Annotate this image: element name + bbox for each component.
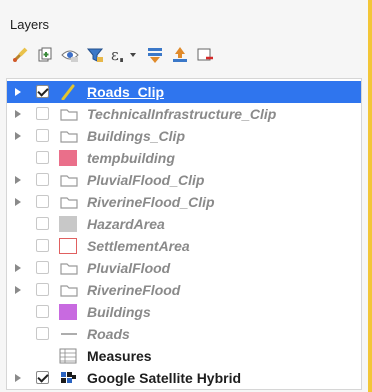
layer-row[interactable]: Google Satellite Hybrid <box>7 367 361 389</box>
style-brush-icon[interactable] <box>10 45 30 65</box>
raster-icon <box>61 372 76 383</box>
expand-arrow-icon[interactable] <box>15 132 21 140</box>
layer-row[interactable]: SettlementArea <box>7 235 361 257</box>
layer-label: RiverineFlood_Clip <box>87 194 215 210</box>
svg-text:∎: ∎ <box>119 55 124 64</box>
layer-row[interactable]: Roads <box>7 323 361 345</box>
group-folder-icon <box>60 263 78 275</box>
layer-visibility-checkbox[interactable] <box>36 173 49 186</box>
line-symbol-icon <box>61 333 77 335</box>
panel-title: Layers <box>10 17 50 32</box>
table-icon <box>59 348 77 364</box>
expression-filter-icon[interactable]: ε ∎ <box>110 45 140 65</box>
group-folder-icon <box>60 285 78 297</box>
layer-row[interactable]: Roads_Clip <box>7 81 361 103</box>
layer-label: HazardArea <box>87 216 165 232</box>
line-symbol-icon <box>61 84 75 100</box>
layers-panel: Layers ε ∎ Roads_Clip TechnicalInfrastruct… <box>0 0 372 392</box>
group-folder-icon <box>60 197 78 209</box>
layer-row[interactable]: Measures <box>7 345 361 367</box>
layer-label: TechnicalInfrastructure_Clip <box>87 106 277 122</box>
layer-visibility-checkbox[interactable] <box>36 305 49 318</box>
layer-label: Buildings <box>87 304 151 320</box>
layer-visibility-checkbox[interactable] <box>36 371 49 384</box>
collapse-all-icon[interactable] <box>170 45 190 65</box>
filter-icon[interactable] <box>85 45 105 65</box>
layer-visibility-checkbox[interactable] <box>36 195 49 208</box>
layer-label: Roads_Clip <box>87 84 165 100</box>
layers-toolbar: ε ∎ <box>10 42 220 68</box>
group-folder-icon <box>60 131 78 143</box>
layer-visibility-checkbox[interactable] <box>36 151 49 164</box>
expand-arrow-icon[interactable] <box>15 264 21 272</box>
expand-arrow-icon[interactable] <box>15 286 21 294</box>
layer-color-swatch <box>59 304 77 320</box>
group-folder-icon <box>60 175 78 187</box>
expand-arrow-icon[interactable] <box>15 198 21 206</box>
layer-visibility-checkbox[interactable] <box>36 261 49 274</box>
layer-label: Google Satellite Hybrid <box>87 370 242 386</box>
expand-arrow-icon[interactable] <box>15 110 21 118</box>
visibility-eye-icon[interactable] <box>60 45 80 65</box>
layer-visibility-checkbox[interactable] <box>36 85 49 98</box>
layer-label: Buildings_Clip <box>87 128 185 144</box>
add-group-icon[interactable] <box>35 45 55 65</box>
checkmark-icon <box>37 371 49 383</box>
remove-layer-icon[interactable] <box>195 45 215 65</box>
expand-arrow-icon[interactable] <box>15 176 21 184</box>
layer-label: RiverineFlood <box>87 282 181 298</box>
layer-visibility-checkbox[interactable] <box>36 107 49 120</box>
layer-row[interactable]: HazardArea <box>7 213 361 235</box>
layer-row[interactable]: PluvialFlood_Clip <box>7 169 361 191</box>
layer-label: tempbuilding <box>87 150 175 166</box>
checkmark-icon <box>37 85 49 97</box>
layer-tree[interactable]: Roads_Clip TechnicalInfrastructure_Clip Bu… <box>6 78 362 390</box>
layer-label: PluvialFlood_Clip <box>87 172 205 188</box>
layer-visibility-checkbox[interactable] <box>36 327 49 340</box>
layer-label: PluvialFlood <box>87 260 171 276</box>
group-folder-icon <box>60 109 78 121</box>
expand-arrow-icon[interactable] <box>15 88 21 96</box>
layer-row[interactable]: PluvialFlood <box>7 257 361 279</box>
layer-row[interactable]: TechnicalInfrastructure_Clip <box>7 103 361 125</box>
layer-color-swatch <box>59 238 77 254</box>
layer-visibility-checkbox[interactable] <box>36 239 49 252</box>
layer-color-swatch <box>59 150 77 166</box>
layer-label: SettlementArea <box>87 238 190 254</box>
layer-visibility-checkbox[interactable] <box>36 217 49 230</box>
svg-text:ε: ε <box>111 46 119 64</box>
layer-visibility-checkbox[interactable] <box>36 283 49 296</box>
layer-color-swatch <box>59 216 77 232</box>
expand-all-icon[interactable] <box>145 45 165 65</box>
layer-label: Measures <box>87 348 152 364</box>
layer-row[interactable]: Buildings <box>7 301 361 323</box>
layer-visibility-checkbox[interactable] <box>36 129 49 142</box>
layer-row[interactable]: tempbuilding <box>7 147 361 169</box>
layer-row[interactable]: Buildings_Clip <box>7 125 361 147</box>
layer-label: Roads <box>87 326 130 342</box>
layer-row[interactable]: RiverineFlood_Clip <box>7 191 361 213</box>
expand-arrow-icon[interactable] <box>15 374 21 382</box>
layer-row[interactable]: RiverineFlood <box>7 279 361 301</box>
